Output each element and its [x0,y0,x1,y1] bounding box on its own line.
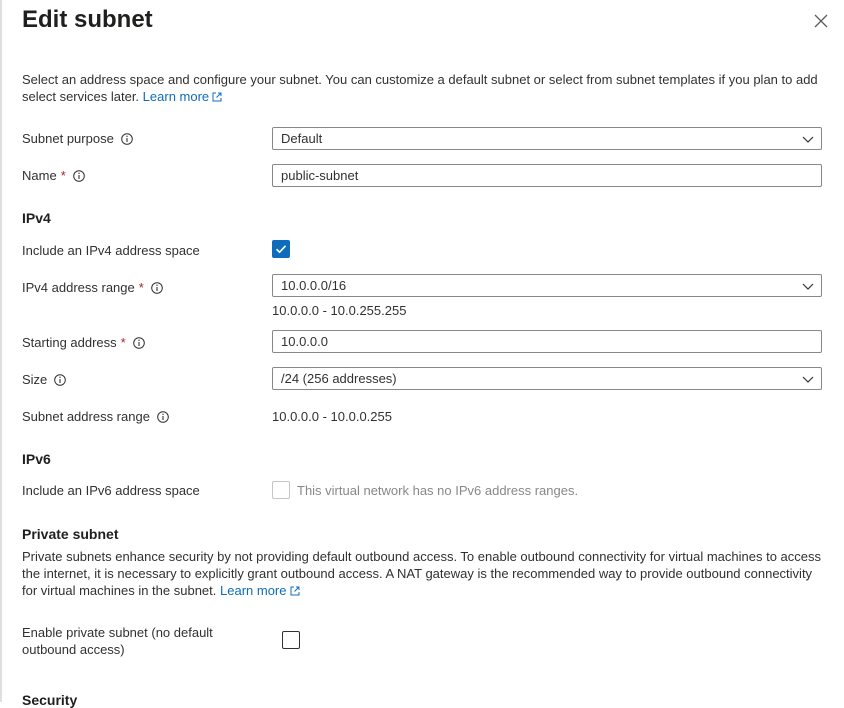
intro-learn-more-link[interactable]: Learn more [143,89,222,104]
checkmark-icon [275,245,287,254]
info-icon[interactable] [72,169,85,182]
ipv4-include-checkbox[interactable] [272,240,290,258]
size-value: /24 (256 addresses) [281,371,397,386]
required-mark: * [120,335,126,350]
starting-address-label-text: Starting address [22,335,117,350]
size-label-text: Size [22,372,48,387]
ipv6-heading: IPv6 [22,451,51,467]
info-icon[interactable] [132,336,145,349]
external-link-icon [212,92,222,102]
name-label-text: Name [22,168,57,183]
ipv4-heading: IPv4 [22,210,51,226]
security-heading: Security [22,692,78,708]
starting-address-label: Starting address * [22,335,145,350]
ipv4-range-value: 10.0.0.0/16 [281,278,347,293]
starting-address-input[interactable] [272,330,822,353]
size-dropdown[interactable]: /24 (256 addresses) [272,367,822,390]
info-icon[interactable] [120,132,133,145]
required-mark: * [138,280,144,295]
panel-left-border [0,0,2,702]
info-icon[interactable] [150,281,163,294]
ipv4-range-dropdown[interactable]: 10.0.0.0/16 [272,274,822,297]
subnet-address-range-value: 10.0.0.0 - 10.0.0.255 [272,409,392,424]
subnet-address-range-label-text: Subnet address range [22,409,150,424]
subnet-purpose-value: Default [281,131,323,146]
chevron-down-icon [802,283,814,290]
info-icon[interactable] [157,410,169,423]
name-input-field[interactable] [281,168,821,183]
name-input[interactable] [272,164,822,187]
intro-text: Select an address space and configure yo… [22,72,818,104]
ipv4-range-label: IPv4 address range * [22,280,163,295]
intro-description: Select an address space and configure yo… [22,71,822,105]
ipv6-disabled-note: This virtual network has no IPv6 address… [297,483,579,498]
size-label: Size [22,372,67,387]
chevron-down-icon [802,136,814,143]
private-subnet-text: Private subnets enhance security by not … [22,549,822,598]
subnet-address-range-label: Subnet address range [22,409,169,424]
required-mark: * [60,168,66,183]
learn-more-label: Learn more [142,89,210,104]
external-link-icon [290,586,299,596]
chevron-down-icon [802,376,814,383]
starting-address-input-field[interactable] [281,334,821,349]
private-subnet-heading: Private subnet [22,526,119,542]
learn-more-label: Learn more [220,583,287,598]
ipv4-range-hint: 10.0.0.0 - 10.0.255.255 [272,303,407,318]
enable-private-subnet-checkbox[interactable] [282,631,300,649]
close-button[interactable] [810,10,832,32]
private-subnet-learn-more-link[interactable]: Learn more [220,583,299,598]
info-icon[interactable] [54,373,67,386]
subnet-purpose-dropdown[interactable]: Default [272,127,822,150]
subnet-purpose-label-text: Subnet purpose [22,131,114,146]
close-icon [814,14,828,28]
enable-private-subnet-label: Enable private subnet (no default outbou… [22,625,213,657]
name-label: Name * [22,168,85,183]
ipv4-include-label: Include an IPv4 address space [22,243,200,258]
ipv6-include-label: Include an IPv6 address space [22,483,200,498]
subnet-purpose-label: Subnet purpose [22,131,133,146]
ipv4-range-label-text: IPv4 address range [22,280,135,295]
private-subnet-description: Private subnets enhance security by not … [22,548,827,599]
ipv6-include-checkbox [272,481,290,499]
panel-title: Edit subnet [22,6,153,33]
